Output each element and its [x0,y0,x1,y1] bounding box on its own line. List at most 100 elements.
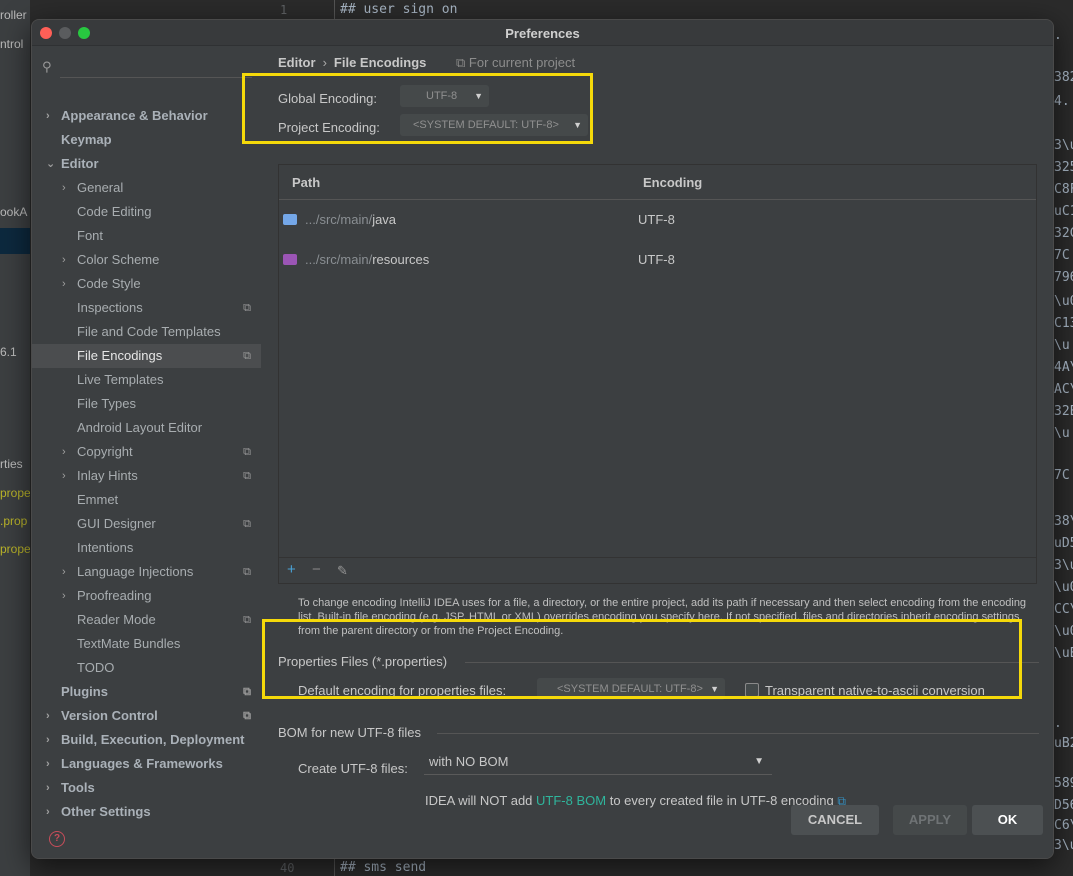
sidebar-item-build-execution-deployment[interactable]: › Build, Execution, Deployment [32,728,261,752]
sidebar-item-label: Language Injections [77,564,194,579]
bg-project-item: ookA [0,205,28,219]
chevron-right-icon[interactable]: › [62,176,66,200]
sidebar-item-label: Code Style [77,276,141,291]
chevron-right-icon[interactable]: › [46,728,50,752]
table-row[interactable]: .../src/main/java UTF-8 [279,200,1036,240]
sidebar-item-label: Build, Execution, Deployment [61,732,245,747]
row-path-name: java [372,212,397,227]
chevron-right-icon[interactable]: › [46,704,50,728]
sidebar-item-todo[interactable]: TODO [32,656,261,680]
chevron-down-icon[interactable]: ⌄ [46,152,55,176]
sidebar-item-file-and-code-templates[interactable]: File and Code Templates [32,320,261,344]
create-utf8-label: Create UTF-8 files: [298,761,408,776]
project-scope-icon: ⧉ [243,302,251,314]
chevron-right-icon[interactable]: › [46,104,50,128]
utf8-bom-link[interactable]: UTF-8 BOM [536,793,606,808]
sidebar-item-font[interactable]: Font [32,224,261,248]
chevron-right-icon[interactable]: › [46,800,50,824]
sidebar-item-color-scheme[interactable]: › Color Scheme [32,248,261,272]
scope-text: For current project [468,55,576,70]
sidebar-item-keymap[interactable]: Keymap [32,128,261,152]
breadcrumb-separator: › [322,55,327,70]
edit-icon[interactable]: ✎ [337,563,348,579]
sidebar-item-file-types[interactable]: File Types [32,392,261,416]
chevron-right-icon[interactable]: › [62,440,66,464]
sidebar-item-label: GUI Designer [77,516,156,531]
column-path[interactable]: Path [292,175,320,190]
apply-button[interactable]: APPLY [893,805,967,835]
bg-project-item: roller [0,8,27,22]
sidebar-item-reader-mode[interactable]: Reader Mode ⧉ [32,608,261,632]
table-row[interactable]: .../src/main/resources UTF-8 [279,240,1036,280]
ok-button[interactable]: OK [972,805,1043,835]
bg-code-fragment: 32C [1054,226,1073,241]
chevron-right-icon[interactable]: › [46,776,50,800]
sidebar-item-tools[interactable]: › Tools [32,776,261,800]
sidebar-item-general[interactable]: › General [32,176,261,200]
bg-project-item: 6.1 [0,345,17,359]
add-icon[interactable]: + [287,561,296,578]
column-encoding[interactable]: Encoding [643,175,702,190]
bg-code-fragment: AC\ [1054,382,1073,397]
bg-code-fragment: \u0 [1054,294,1073,309]
sidebar-item-label: TODO [77,660,115,675]
resources-folder-icon [283,253,297,268]
row-path-prefix: .../src/main/ [305,252,373,267]
row-encoding[interactable]: UTF-8 [638,212,675,227]
chevron-right-icon[interactable]: › [62,584,66,608]
search-input[interactable] [60,77,252,78]
chevron-right-icon[interactable]: › [62,560,66,584]
sidebar-item-label: Color Scheme [77,252,160,267]
sidebar-item-version-control[interactable]: › Version Control ⧉ [32,704,261,728]
bg-code-fragment: \u0 [1054,624,1073,639]
sidebar-item-gui-designer[interactable]: GUI Designer ⧉ [32,512,261,536]
bg-code-fragment: 3\u [1054,838,1073,853]
bg-code-fragment: 325 [1054,160,1073,175]
sidebar-item-android-layout-editor[interactable]: Android Layout Editor [32,416,261,440]
create-utf8-select[interactable]: with NO BOM ▼ [424,749,772,775]
remove-icon[interactable]: − [312,561,321,578]
sidebar-item-copyright[interactable]: › Copyright ⧉ [32,440,261,464]
sidebar-item-label: Languages & Frameworks [61,756,223,771]
bg-project-selection [0,228,30,254]
sidebar-item-languages-frameworks[interactable]: › Languages & Frameworks [32,752,261,776]
sidebar-item-inspections[interactable]: Inspections ⧉ [32,296,261,320]
help-icon[interactable]: ? [49,831,65,847]
sidebar-item-inlay-hints[interactable]: › Inlay Hints ⧉ [32,464,261,488]
sidebar-item-file-encodings[interactable]: File Encodings ⧉ [32,344,261,368]
breadcrumb: Editor › File Encodings ⧉ For current proj… [278,55,575,71]
chevron-right-icon[interactable]: › [62,272,66,296]
breadcrumb-parent[interactable]: Editor [278,55,316,70]
sidebar-item-code-style[interactable]: › Code Style [32,272,261,296]
bg-code-fragment: \u0 [1054,580,1073,595]
sidebar-item-proofreading[interactable]: › Proofreading [32,584,261,608]
chevron-right-icon[interactable]: › [62,248,66,272]
project-scope-icon: ⧉ [243,710,251,722]
sidebar-item-label: Keymap [61,132,112,147]
bg-code-fragment: 7C [1054,468,1070,483]
sidebar-item-intentions[interactable]: Intentions [32,536,261,560]
bg-code-fragment: . [1054,28,1062,43]
table-toolbar: + − ✎ [279,557,1036,583]
sidebar-item-textmate-bundles[interactable]: TextMate Bundles [32,632,261,656]
cancel-button[interactable]: CANCEL [791,805,879,835]
sidebar-item-label: Editor [61,156,99,171]
sidebar-item-editor[interactable]: ⌄ Editor [32,152,261,176]
sidebar-item-other-settings[interactable]: › Other Settings [32,800,261,824]
sidebar-item-label: Proofreading [77,588,152,603]
bg-line-number: 1 [280,3,288,17]
settings-search[interactable]: ⚲ [40,56,252,78]
sidebar-item-label: TextMate Bundles [77,636,181,651]
project-scope-icon: ⧉ [243,614,251,626]
sidebar-item-language-injections[interactable]: › Language Injections ⧉ [32,560,261,584]
highlight-box-properties [262,619,1022,699]
chevron-right-icon[interactable]: › [46,752,50,776]
row-encoding[interactable]: UTF-8 [638,252,675,267]
bg-code-fragment: 382 [1054,70,1073,85]
sidebar-item-emmet[interactable]: Emmet [32,488,261,512]
sidebar-item-code-editing[interactable]: Code Editing [32,200,261,224]
sidebar-item-appearance-behavior[interactable]: › Appearance & Behavior [32,104,261,128]
chevron-right-icon[interactable]: › [62,464,66,488]
sidebar-item-plugins[interactable]: Plugins ⧉ [32,680,261,704]
sidebar-item-live-templates[interactable]: Live Templates [32,368,261,392]
